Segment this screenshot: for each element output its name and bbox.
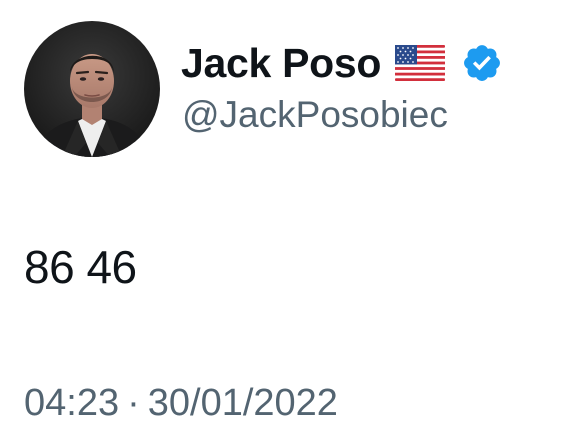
meta-separator: · <box>127 382 140 424</box>
display-name[interactable]: Jack Poso <box>181 40 381 87</box>
user-handle[interactable]: @JackPosobiec <box>182 94 448 136</box>
profile-photo <box>24 21 160 157</box>
us-flag-icon <box>395 45 446 81</box>
verified-badge-icon[interactable] <box>461 42 503 84</box>
avatar[interactable] <box>24 21 160 157</box>
tweet-text: 86 46 <box>24 241 137 293</box>
tweet-time: 04:23 <box>24 382 120 424</box>
tweet-card: Jack Poso @JackPosobiec 86 46 04:23 · 30… <box>0 0 564 444</box>
name-row: Jack Poso <box>181 37 503 89</box>
tweet-date: 30/01/2022 <box>147 382 338 424</box>
tweet-timestamp[interactable]: 04:23 · 30/01/2022 <box>24 382 338 425</box>
